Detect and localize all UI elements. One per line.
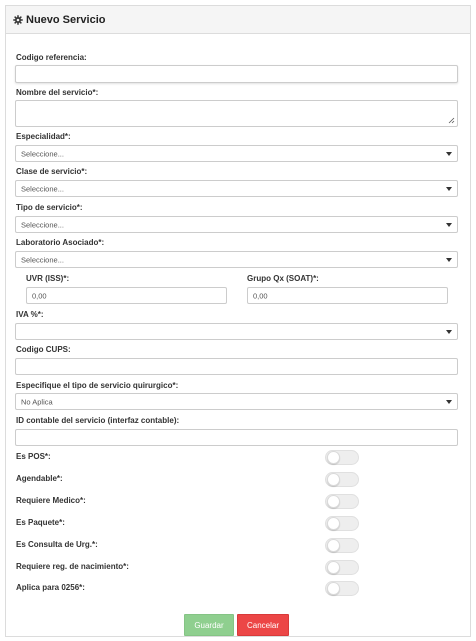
toggle-label-agendable: Agendable*:	[16, 474, 63, 483]
uvr-input[interactable]: 0,00	[26, 287, 227, 304]
chevron-down-icon	[446, 329, 452, 334]
toggle-label-requiere-medico: Requiere Medico*:	[16, 496, 86, 505]
toggle-knob	[327, 473, 340, 486]
grupo-qx-value: 0,00	[253, 291, 268, 300]
nombre-servicio-textarea[interactable]	[15, 100, 458, 127]
toggle-knob	[327, 517, 340, 530]
chevron-down-icon	[446, 151, 452, 156]
chevron-down-icon	[446, 222, 452, 227]
toggle-label-requiere-reg-nacimiento: Requiere reg. de nacimiento*:	[16, 562, 129, 571]
chevron-down-icon	[446, 257, 452, 262]
aplica-0256-toggle[interactable]	[325, 581, 359, 596]
laboratorio-select[interactable]: Seleccione...	[15, 251, 458, 268]
page-title: Nuevo Servicio	[26, 14, 106, 26]
tipo-servicio-select[interactable]: Seleccione...	[15, 216, 458, 233]
save-button[interactable]: Guardar	[184, 614, 234, 636]
especialidad-label: Especialidad*:	[16, 132, 71, 141]
requiere-medico-toggle[interactable]	[325, 494, 359, 509]
codigo-referencia-label: Codigo referencia:	[16, 53, 87, 62]
toggle-label-es-consulta-urg: Es Consulta de Urg.*:	[16, 540, 98, 549]
toggle-label-es-pos: Es POS*:	[16, 452, 51, 461]
panel-title-wrap: Nuevo Servicio	[13, 14, 105, 26]
nombre-servicio-label: Nombre del servicio*:	[16, 88, 99, 97]
especialidad-select[interactable]: Seleccione...	[15, 145, 458, 162]
uvr-value: 0,00	[32, 291, 47, 300]
uvr-label: UVR (ISS)*:	[26, 274, 70, 283]
laboratorio-label: Laboratorio Asociado*:	[16, 238, 105, 247]
id-contable-label: ID contable del servicio (interfaz conta…	[16, 416, 180, 425]
toggle-knob	[327, 561, 340, 574]
agendable-toggle[interactable]	[325, 472, 359, 487]
clase-servicio-select[interactable]: Seleccione...	[15, 180, 458, 197]
codigo-cups-input[interactable]	[15, 358, 458, 375]
chevron-down-icon	[446, 399, 452, 404]
codigo-cups-label: Codigo CUPS:	[16, 345, 71, 354]
cancel-button[interactable]: Cancelar	[237, 614, 289, 636]
id-contable-input[interactable]	[15, 429, 458, 446]
chevron-down-icon	[446, 186, 452, 191]
iva-select[interactable]	[15, 323, 458, 340]
es-paquete-toggle[interactable]	[325, 516, 359, 531]
toggle-knob	[327, 539, 340, 552]
es-pos-toggle[interactable]	[325, 450, 359, 465]
tipo-servicio-value: Seleccione...	[21, 220, 64, 229]
toggle-knob	[327, 451, 340, 464]
tipo-servicio-label: Tipo de servicio*:	[16, 203, 83, 212]
resize-handle-icon[interactable]	[448, 117, 455, 124]
tipo-quirurgico-value: No Aplica	[21, 397, 53, 406]
especialidad-value: Seleccione...	[21, 149, 64, 158]
iva-label: IVA %*:	[16, 310, 44, 319]
laboratorio-value: Seleccione...	[21, 255, 64, 264]
clase-servicio-value: Seleccione...	[21, 184, 64, 193]
grupo-qx-label: Grupo Qx (SOAT)*:	[247, 274, 319, 283]
tipo-quirurgico-label: Especifique el tipo de servicio quirurgi…	[16, 381, 179, 390]
toggle-knob	[327, 495, 340, 508]
clase-servicio-label: Clase de servicio*:	[16, 167, 88, 176]
toggle-knob	[327, 582, 340, 595]
requiere-reg-nacimiento-toggle[interactable]	[325, 560, 359, 575]
es-consulta-urg-toggle[interactable]	[325, 538, 359, 553]
codigo-referencia-input[interactable]	[15, 65, 458, 83]
tipo-quirurgico-select[interactable]: No Aplica	[15, 393, 458, 410]
gear-icon	[13, 15, 23, 25]
panel-header: Nuevo Servicio	[6, 6, 470, 34]
toggle-label-es-paquete: Es Paquete*:	[16, 518, 65, 527]
toggle-label-aplica-0256: Aplica para 0256*:	[16, 583, 85, 592]
grupo-qx-input[interactable]: 0,00	[247, 287, 448, 304]
